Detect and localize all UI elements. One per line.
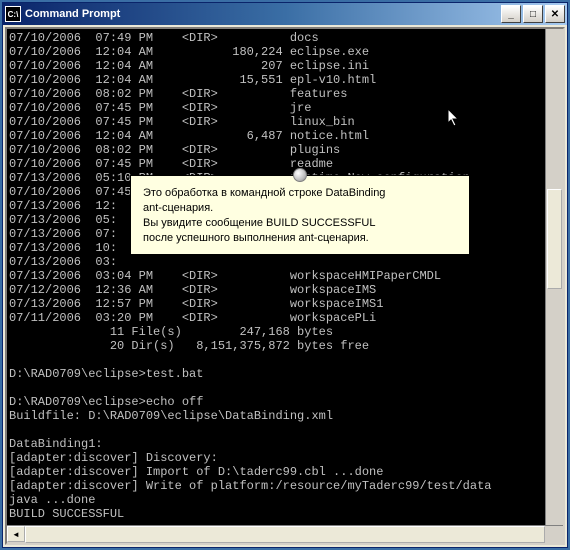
tooltip-line: Это обработка в командной строке DataBin… <box>143 186 457 201</box>
horizontal-scroll-thumb[interactable] <box>25 526 545 543</box>
horizontal-scroll-track[interactable] <box>25 526 527 543</box>
tooltip-line: Вы увидите сообщение BUILD SUCCESSFUL <box>143 216 457 231</box>
terminal-output[interactable]: 07/10/2006 07:49 PM <DIR> docs 07/10/200… <box>7 29 563 543</box>
tooltip-line: после успешного выполнения ant-сценария. <box>143 231 457 246</box>
terminal-container: 07/10/2006 07:49 PM <DIR> docs 07/10/200… <box>5 27 565 545</box>
app-icon: C:\ <box>5 6 21 22</box>
scroll-left-button[interactable]: ◄ <box>7 526 25 542</box>
horizontal-scrollbar[interactable]: ◄ ► <box>7 525 563 543</box>
maximize-button[interactable]: □ <box>523 5 543 23</box>
close-button[interactable]: ✕ <box>545 5 565 23</box>
window-title: Command Prompt <box>25 8 501 20</box>
tooltip-line: ant-сценария. <box>143 201 457 216</box>
titlebar[interactable]: C:\ Command Prompt _ □ ✕ <box>3 3 567 25</box>
vertical-scrollbar[interactable] <box>545 29 563 525</box>
scroll-corner <box>545 526 563 542</box>
minimize-button[interactable]: _ <box>501 5 521 23</box>
pushpin-icon <box>293 168 307 182</box>
help-tooltip: Это обработка в командной строке DataBin… <box>130 175 470 255</box>
window-controls: _ □ ✕ <box>501 5 565 23</box>
vertical-scroll-thumb[interactable] <box>547 189 562 289</box>
command-prompt-window: C:\ Command Prompt _ □ ✕ 07/10/2006 07:4… <box>2 2 568 548</box>
